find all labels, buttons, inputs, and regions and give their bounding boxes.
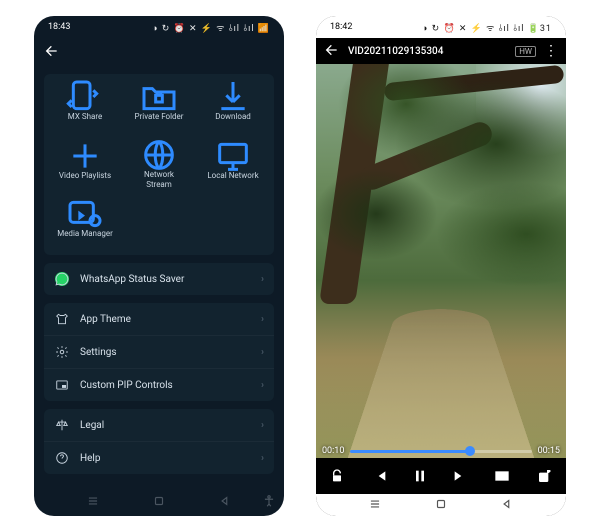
rotate-icon[interactable] — [534, 465, 556, 487]
media-manager-icon — [65, 203, 105, 225]
help-icon — [54, 450, 70, 466]
nav-home-icon[interactable] — [434, 497, 448, 514]
row-label: WhatsApp Status Saver — [80, 274, 251, 285]
plus-icon — [65, 145, 105, 167]
row-custom-pip[interactable]: Custom PIP Controls › — [44, 368, 274, 401]
row-label: Legal — [80, 420, 251, 431]
download-icon — [213, 86, 253, 108]
grid-local-network[interactable]: Local Network — [196, 140, 270, 193]
time-current: 00:10 — [322, 446, 344, 456]
nav-home-icon[interactable] — [152, 494, 166, 511]
tools-grid-section: MX Share Private Folder Download Video P… — [44, 74, 274, 255]
monitor-icon — [213, 145, 253, 167]
accessibility-icon[interactable] — [262, 494, 276, 511]
grid-label: Video Playlists — [59, 171, 111, 189]
row-label: Help — [80, 453, 251, 464]
row-label: App Theme — [80, 314, 251, 325]
status-time: 18:42 — [330, 22, 352, 32]
aspect-ratio-icon[interactable] — [491, 465, 513, 487]
time-total: 00:15 — [538, 446, 560, 456]
back-arrow-icon[interactable] — [44, 43, 60, 62]
scale-icon — [54, 417, 70, 433]
grid-label: Local Network — [207, 171, 258, 189]
grid-video-playlists[interactable]: Video Playlists — [48, 140, 122, 193]
phone-menu-screen: 18:43 ◑ ↻ ⏰ ✕ ⚡ ᯤ ⫰ıl ⫰ıl 📶 MX Share Pri… — [34, 16, 284, 516]
prev-track-icon[interactable] — [369, 465, 391, 487]
phone-video-player-screen: 18:42 ◑ ↻ ⏰ ✕ ⚡ ᯤ ⫰ıl ⫰ıl 🔋31 VID2021102… — [316, 16, 566, 516]
status-bar: 18:42 ◑ ↻ ⏰ ✕ ⚡ ᯤ ⫰ıl ⫰ıl 🔋31 — [316, 16, 566, 38]
top-bar — [34, 38, 284, 66]
settings-section: App Theme › Settings › Custom PIP Contro… — [44, 303, 274, 401]
nav-recent-icon[interactable] — [86, 494, 100, 511]
back-arrow-icon[interactable] — [324, 42, 340, 61]
android-nav-bar — [34, 488, 284, 516]
nav-back-icon[interactable] — [500, 497, 514, 514]
whatsapp-section: WhatsApp Status Saver › — [44, 263, 274, 295]
seek-knob[interactable] — [465, 446, 475, 456]
grid-media-manager[interactable]: Media Manager — [48, 199, 122, 251]
video-frame[interactable]: 00:10 00:15 — [316, 64, 566, 458]
pause-icon[interactable] — [409, 465, 431, 487]
status-bar: 18:43 ◑ ↻ ⏰ ✕ ⚡ ᯤ ⫰ıl ⫰ıl 📶 — [34, 16, 284, 38]
row-whatsapp-status-saver[interactable]: WhatsApp Status Saver › — [44, 263, 274, 295]
gear-icon — [54, 344, 70, 360]
share-icon — [65, 86, 105, 108]
seek-bar[interactable] — [350, 450, 531, 453]
whatsapp-icon — [54, 271, 70, 287]
chevron-right-icon: › — [261, 453, 264, 464]
status-icons: ◑ ↻ ⏰ ✕ ⚡ ᯤ ⫰ıl ⫰ıl 🔋31 — [422, 21, 552, 34]
globe-icon — [139, 144, 179, 166]
chevron-right-icon: › — [261, 274, 264, 285]
row-app-theme[interactable]: App Theme › — [44, 303, 274, 335]
row-legal[interactable]: Legal › — [44, 409, 274, 441]
grid-label: Media Manager — [57, 229, 113, 247]
chevron-right-icon: › — [261, 420, 264, 431]
grid-network-stream[interactable]: Network Stream — [122, 140, 196, 193]
row-settings[interactable]: Settings › — [44, 335, 274, 368]
video-top-bar: VID20211029135304 HW ⋮ — [316, 38, 566, 64]
next-track-icon[interactable] — [449, 465, 471, 487]
grid-download[interactable]: Download — [196, 82, 270, 134]
grid-label: Download — [215, 112, 251, 130]
grid-mx-share[interactable]: MX Share — [48, 82, 122, 134]
nav-back-icon[interactable] — [218, 494, 232, 511]
hw-badge[interactable]: HW — [515, 46, 536, 57]
status-icons: ◑ ↻ ⏰ ✕ ⚡ ᯤ ⫰ıl ⫰ıl 📶 — [152, 21, 270, 34]
tshirt-icon — [54, 311, 70, 327]
nav-recent-icon[interactable] — [368, 497, 382, 514]
grid-label: Private Folder — [134, 112, 183, 130]
row-help[interactable]: Help › — [44, 441, 274, 474]
progress-bar-container: 00:10 00:15 — [322, 446, 560, 456]
android-nav-bar — [316, 494, 566, 516]
grid-label: MX Share — [68, 112, 102, 130]
chevron-right-icon: › — [261, 347, 264, 358]
status-time: 18:43 — [48, 22, 70, 32]
legal-section: Legal › Help › — [44, 409, 274, 474]
row-label: Custom PIP Controls — [80, 380, 251, 391]
video-title: VID20211029135304 — [348, 46, 507, 57]
video-controls — [316, 458, 566, 494]
seek-fill — [350, 450, 470, 453]
chevron-right-icon: › — [261, 380, 264, 391]
row-label: Settings — [80, 347, 251, 358]
grid-label: Network Stream — [144, 170, 174, 189]
chevron-right-icon: › — [261, 314, 264, 325]
grid-private-folder[interactable]: Private Folder — [122, 82, 196, 134]
lock-folder-icon — [139, 86, 179, 108]
lock-icon[interactable] — [326, 465, 348, 487]
pip-icon — [54, 377, 70, 393]
